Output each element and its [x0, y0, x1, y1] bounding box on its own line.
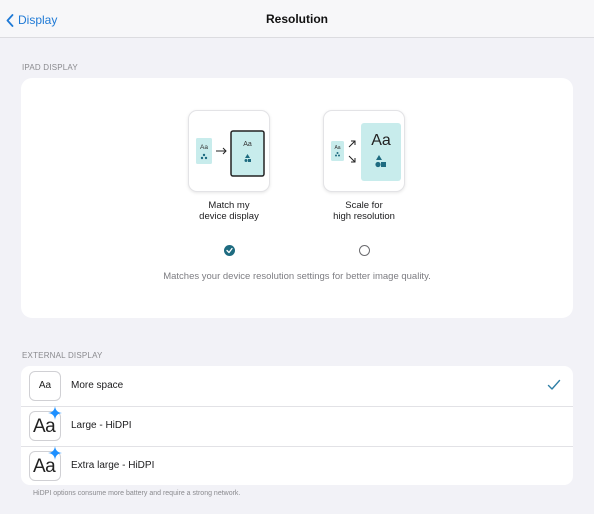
option-label-line: Match my: [208, 200, 250, 211]
external-display-section-label: EXTERNAL DISPLAY: [22, 351, 103, 360]
match-display-illustration-icon: Aa Aa: [196, 130, 265, 177]
sparkle-icon: [48, 446, 62, 460]
text-size-icon: Aa: [29, 371, 61, 401]
svg-text:Aa: Aa: [334, 145, 340, 151]
match-device-display-label: Match my device display: [169, 200, 289, 222]
option-label-line: high resolution: [333, 211, 395, 222]
option-label-line: Scale for: [345, 200, 383, 211]
checkmark-icon: [226, 247, 233, 254]
navigation-bar: Display Resolution: [0, 0, 594, 38]
match-device-display-radio-selected[interactable]: [224, 245, 235, 256]
svg-text:Aa: Aa: [200, 144, 208, 151]
page-title: Resolution: [266, 12, 328, 26]
sparkle-icon: [48, 406, 62, 420]
list-item-label: More space: [71, 380, 124, 391]
match-device-display-option[interactable]: Aa Aa: [188, 110, 270, 192]
svg-text:Aa: Aa: [371, 132, 391, 149]
list-item-more-space[interactable]: Aa More space: [21, 366, 573, 406]
scale-resolution-illustration-icon: Aa Aa: [331, 123, 401, 181]
scale-high-resolution-radio[interactable]: [359, 245, 370, 256]
option-label-line: device display: [199, 211, 259, 222]
list-item-large-hidpi[interactable]: Aa Large - HiDPI: [21, 406, 573, 446]
text-size-sparkle-icon: Aa: [29, 446, 62, 481]
text-size-sparkle-icon: Aa: [29, 406, 62, 441]
scale-high-resolution-label: Scale for high resolution: [304, 200, 424, 222]
checkmark-icon: [547, 379, 561, 390]
list-item-label: Extra large - HiDPI: [71, 460, 155, 471]
hidpi-footnote: HiDPI options consume more battery and r…: [33, 490, 241, 497]
scale-high-resolution-option[interactable]: Aa Aa: [323, 110, 405, 192]
ipad-display-card: Aa Aa Match my device display Aa Aa Scal…: [21, 78, 573, 318]
list-item-label: Large - HiDPI: [71, 420, 132, 431]
icon-text: Aa: [38, 380, 52, 391]
svg-text:Aa: Aa: [243, 141, 252, 148]
list-item-extra-large-hidpi[interactable]: Aa Extra large - HiDPI: [21, 446, 573, 485]
ipad-display-description: Matches your device resolution settings …: [163, 271, 431, 282]
external-display-list: Aa More space Aa Large - HiDPI Aa Extra …: [21, 366, 573, 485]
ipad-display-section-label: IPAD DISPLAY: [22, 63, 78, 72]
